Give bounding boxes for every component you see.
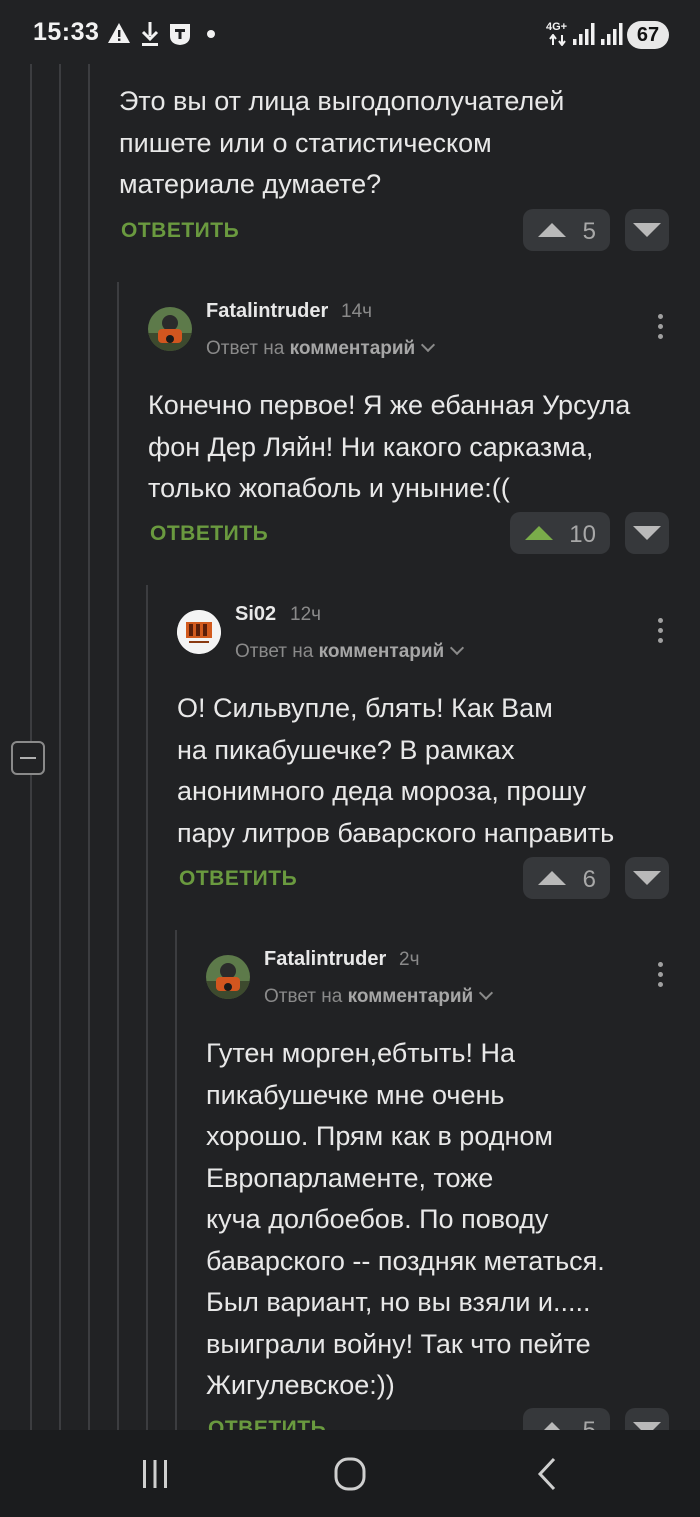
- reply-to-link[interactable]: Ответ на комментарий: [235, 640, 465, 663]
- signal-icon: [573, 23, 595, 45]
- thread-line[interactable]: [146, 585, 148, 1430]
- status-bar: 15:33 4G+ 67: [0, 0, 700, 70]
- comment-time: 2ч: [399, 949, 420, 970]
- reply-to-link[interactable]: Ответ на комментарий: [264, 985, 494, 1008]
- avatar[interactable]: [206, 955, 250, 999]
- comment-text: Гутен морген,ебтыть! На пикабушечке мне …: [206, 1038, 605, 1400]
- avatar-image: [148, 307, 192, 351]
- recent-apps-icon[interactable]: [140, 1458, 170, 1490]
- more-options-icon[interactable]: [656, 962, 666, 992]
- arrow-up-icon: [525, 526, 553, 540]
- data-arrows-icon: [549, 34, 566, 46]
- downvote-button[interactable]: [625, 512, 669, 554]
- arrow-down-icon: [633, 223, 661, 237]
- notification-dot: [207, 30, 215, 38]
- reply-button[interactable]: ОТВЕТИТЬ: [179, 867, 297, 891]
- chevron-down-icon: [479, 985, 494, 1001]
- thread-line[interactable]: [88, 270, 90, 1430]
- thread-line[interactable]: [59, 64, 61, 1430]
- system-nav-bar: [0, 1430, 700, 1517]
- comment-text: О! Сильвупле, блять! Как Вам на пикабуше…: [177, 693, 615, 848]
- avatar-image: [177, 610, 221, 654]
- reply-to-target: комментарий: [318, 641, 445, 662]
- rating-count: 6: [582, 866, 596, 893]
- reply-button[interactable]: ОТВЕТИТЬ: [150, 522, 268, 546]
- reply-to-target: комментарий: [289, 338, 416, 359]
- thread-line[interactable]: [175, 930, 177, 1430]
- thread-line[interactable]: [88, 64, 90, 278]
- arrow-up-icon: [538, 871, 566, 885]
- avatar[interactable]: [148, 307, 192, 351]
- downvote-button[interactable]: [625, 209, 669, 251]
- author-name[interactable]: Fatalintruder: [206, 300, 328, 323]
- avatar-image: [206, 955, 250, 999]
- reply-to-prefix: Ответ на: [206, 338, 285, 359]
- comment-time: 12ч: [290, 604, 322, 625]
- downvote-button[interactable]: [625, 857, 669, 899]
- warning-icon: [108, 23, 130, 43]
- upvote-button[interactable]: 10: [510, 512, 610, 554]
- back-icon[interactable]: [536, 1457, 558, 1491]
- upvote-button[interactable]: 6: [523, 857, 610, 899]
- upvote-button[interactable]: 5: [523, 209, 610, 251]
- comment-text: Это вы от лица выгодополучателей пишете …: [119, 86, 565, 199]
- reply-to-link[interactable]: Ответ на комментарий: [206, 337, 436, 360]
- battery-indicator: 67: [627, 21, 669, 49]
- network-type-label: 4G+: [546, 21, 568, 33]
- avatar[interactable]: [177, 610, 221, 654]
- thread-line[interactable]: [117, 282, 119, 1430]
- more-options-icon[interactable]: [656, 314, 666, 344]
- reply-to-prefix: Ответ на: [235, 641, 314, 662]
- chevron-down-icon: [450, 640, 465, 656]
- download-icon: [141, 22, 159, 46]
- status-time: 15:33: [33, 18, 100, 46]
- comment-text: Конечно первое! Я же ебанная Урсула фон …: [148, 390, 631, 503]
- more-options-icon[interactable]: [656, 618, 666, 648]
- chevron-down-icon: [421, 337, 436, 353]
- arrow-down-icon: [633, 871, 661, 885]
- arrow-down-icon: [633, 526, 661, 540]
- arrow-up-icon: [538, 223, 566, 237]
- rating-count: 10: [569, 521, 596, 548]
- reply-to-target: комментарий: [347, 986, 474, 1007]
- comment-time: 14ч: [341, 301, 373, 322]
- author-name[interactable]: Si02: [235, 603, 276, 626]
- reply-to-prefix: Ответ на: [264, 986, 343, 1007]
- rating-count: 5: [582, 218, 596, 245]
- author-name[interactable]: Fatalintruder: [264, 948, 386, 971]
- home-icon[interactable]: [334, 1457, 366, 1491]
- signal-icon: [601, 23, 623, 45]
- reply-button[interactable]: ОТВЕТИТЬ: [121, 219, 239, 243]
- collapse-thread-button[interactable]: [11, 741, 45, 775]
- shield-app-icon: [170, 24, 190, 45]
